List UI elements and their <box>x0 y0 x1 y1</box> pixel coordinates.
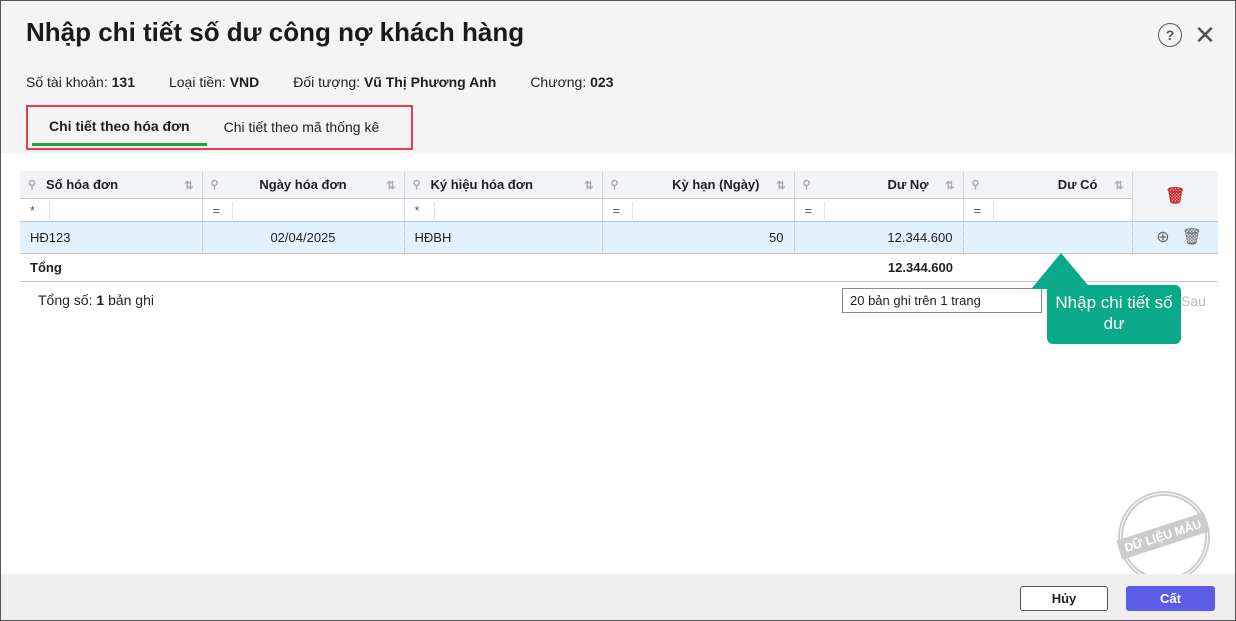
pin-icon[interactable]: ⚲ <box>972 178 980 191</box>
delete-row-icon[interactable]: 🗑 <box>1182 229 1202 246</box>
sort-icon[interactable]: ⇅ <box>584 179 593 192</box>
debit-balance[interactable]: 12.344.600 <box>794 221 964 254</box>
customer: Vũ Thị Phương Anh <box>363 74 497 90</box>
total-debit: 12.344.600 <box>794 253 963 282</box>
chapter: 023 <box>590 74 614 90</box>
info-label: Đối tượng: <box>293 74 361 90</box>
info-label: Chương: <box>530 74 587 90</box>
dialog: Nhập chi tiết số dư công nợ khách hàng ?… <box>0 0 1236 621</box>
sort-icon[interactable]: ⇅ <box>386 179 395 192</box>
cancel-button[interactable]: Hủy <box>1020 586 1108 611</box>
pin-icon[interactable]: ⚲ <box>211 178 219 191</box>
column-header[interactable]: ⚲ Ngày hóa đơn ⇅ <box>202 171 405 199</box>
info-label: Số tài khoản: <box>26 74 108 90</box>
sort-icon[interactable]: ⇅ <box>945 179 954 192</box>
tab-statistic-code-detail[interactable]: Chi tiết theo mã thống kê <box>207 108 397 146</box>
filter-cell[interactable]: = <box>202 198 405 222</box>
invoice-date[interactable]: 02/04/2025 <box>202 221 405 254</box>
filter-cell[interactable]: = <box>794 198 964 222</box>
add-row-icon[interactable]: ⊕ <box>1156 229 1169 246</box>
sort-icon[interactable]: ⇅ <box>1114 179 1123 192</box>
sort-icon[interactable]: ⇅ <box>184 179 193 192</box>
column-header[interactable]: ⚲ Dư Có ⇅ <box>963 171 1133 199</box>
info-label: Loại tiền: <box>168 74 226 90</box>
help-icon[interactable]: ? <box>1158 23 1182 47</box>
tab-bar: Chi tiết theo hóa đơn Chi tiết theo mã t… <box>26 105 413 150</box>
sample-data-stamp: DỮ LIỆU MẪU <box>1116 491 1210 583</box>
next-page-button[interactable]: Sau <box>1181 293 1206 309</box>
column-header[interactable]: ⚲ Số hóa đơn ⇅ <box>20 171 203 199</box>
filter-cell[interactable]: * <box>404 198 603 222</box>
total-label: Tổng <box>20 253 202 282</box>
table-row[interactable]: HĐ123 02/04/2025 HĐBH 50 12.344.600 ⊕ 🗑 <box>20 221 1218 254</box>
pin-icon[interactable]: ⚲ <box>28 178 36 191</box>
dialog-title: Nhập chi tiết số dư công nợ khách hàng <box>26 17 525 47</box>
delete-all-cell: 🗑 <box>1132 171 1218 222</box>
currency: VND <box>229 74 260 90</box>
tooltip: Nhập chi tiết số dư <box>1047 285 1181 344</box>
column-header[interactable]: ⚲ Kỳ hạn (Ngày) ⇅ <box>602 171 795 199</box>
column-header[interactable]: ⚲ Ký hiệu hóa đơn ⇅ <box>404 171 603 199</box>
dialog-footer: Hủy Cất <box>1 574 1235 620</box>
column-header[interactable]: ⚲ Dư Nợ ⇅ <box>794 171 964 199</box>
filter-cell[interactable]: = <box>602 198 795 222</box>
pin-icon[interactable]: ⚲ <box>611 178 619 191</box>
close-icon[interactable]: ✕ <box>1193 20 1217 50</box>
delete-all-icon[interactable]: 🗑 <box>1165 188 1185 205</box>
pin-icon[interactable]: ⚲ <box>803 178 811 191</box>
filter-cell[interactable]: * <box>20 198 203 222</box>
invoice-symbol[interactable]: HĐBH <box>404 221 603 254</box>
save-button[interactable]: Cất <box>1126 586 1215 611</box>
account-number: 131 <box>111 74 135 90</box>
sort-icon[interactable]: ⇅ <box>776 179 785 192</box>
page-size-select[interactable]: 20 bản ghi trên 1 trang <box>842 288 1042 313</box>
credit-balance[interactable] <box>963 221 1133 254</box>
pin-icon[interactable]: ⚲ <box>413 178 421 191</box>
record-count: Tổng số: 1 bản ghi <box>38 292 154 308</box>
invoice-number[interactable]: HĐ123 <box>20 221 203 254</box>
tab-invoice-detail[interactable]: Chi tiết theo hóa đơn <box>32 108 207 146</box>
filter-cell[interactable]: = <box>963 198 1133 222</box>
term-days[interactable]: 50 <box>602 221 795 254</box>
account-info: Số tài khoản: 131 Loại tiền: VND Đối tượ… <box>26 74 613 90</box>
